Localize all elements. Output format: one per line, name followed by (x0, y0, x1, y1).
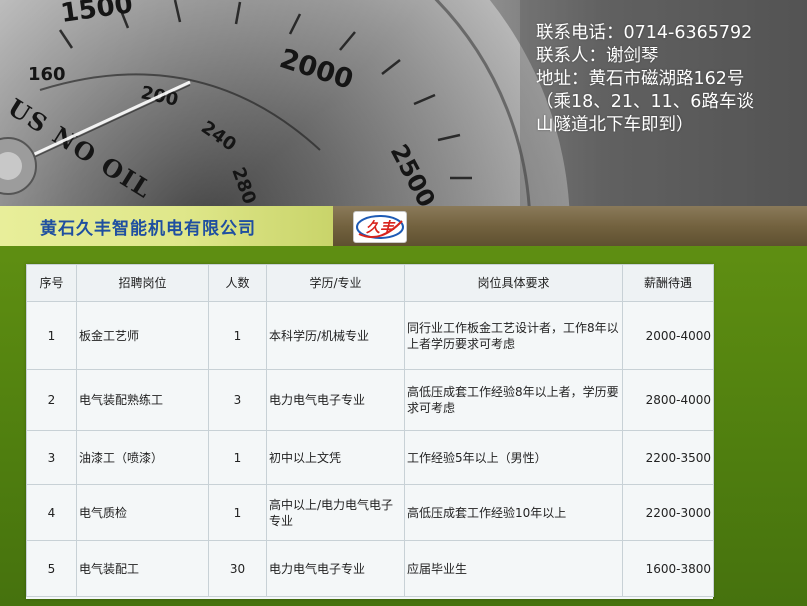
job-table-container: 序号 招聘岗位 人数 学历/专业 岗位具体要求 薪酬待遇 1 板金工艺师 1 本… (26, 264, 714, 599)
cell-salary: 2000-4000 (622, 301, 714, 370)
cell-position: 油漆工（喷漆） (76, 430, 209, 485)
contact-bus-directions: （乘18、21、11、6路车谈 (536, 92, 754, 112)
cell-salary: 1600-3800 (622, 540, 714, 597)
header-education: 学历/专业 (266, 264, 405, 302)
cell-education: 初中以上文凭 (266, 430, 405, 485)
cell-headcount: 1 (208, 430, 267, 485)
company-name: 黄石久丰智能机电有限公司 (40, 219, 256, 239)
cell-position: 电气装配工 (76, 540, 209, 597)
header-requirements: 岗位具体要求 (404, 264, 623, 302)
cell-salary: 2200-3000 (622, 484, 714, 541)
table-row: 3 油漆工（喷漆） 1 初中以上文凭 工作经验5年以上（男性） 2200-350… (26, 430, 714, 485)
table-header-row: 序号 招聘岗位 人数 学历/专业 岗位具体要求 薪酬待遇 (26, 264, 714, 302)
company-logo-icon: 久丰 (356, 215, 404, 239)
table-row: 1 板金工艺师 1 本科学历/机械专业 同行业工作板金工艺设计者，工作8年以上者… (26, 301, 714, 370)
contact-bus-directions-cont: 山隧道北下车即到） (536, 115, 694, 135)
cell-headcount: 1 (208, 301, 267, 370)
table-row: 2 电气装配熟练工 3 电力电气电子专业 高低压成套工作经验8年以上者，学历要求… (26, 369, 714, 431)
header-serial: 序号 (26, 264, 77, 302)
cell-education: 电力电气电子专业 (266, 369, 405, 431)
cell-serial: 4 (26, 484, 77, 541)
header-banner: 1500 160 2000 200 240 2500 280 US NO OIL… (0, 0, 807, 206)
cell-requirements: 高低压成套工作经验10年以上 (404, 484, 623, 541)
cell-position: 电气质检 (76, 484, 209, 541)
cell-position: 电气装配熟练工 (76, 369, 209, 431)
cell-serial: 3 (26, 430, 77, 485)
logo-text: 久丰 (366, 219, 396, 236)
cell-serial: 5 (26, 540, 77, 597)
cell-education: 本科学历/机械专业 (266, 301, 405, 370)
cell-serial: 1 (26, 301, 77, 370)
table-row: 5 电气装配工 30 电力电气电子专业 应届毕业生 1600-3800 (26, 540, 714, 597)
company-name-tab: 黄石久丰智能机电有限公司 (0, 206, 333, 246)
cell-requirements: 应届毕业生 (404, 540, 623, 597)
cell-serial: 2 (26, 369, 77, 431)
company-logo: 久丰 (353, 211, 407, 243)
job-openings-table: 序号 招聘岗位 人数 学历/专业 岗位具体要求 薪酬待遇 1 板金工艺师 1 本… (26, 264, 714, 597)
cell-requirements: 同行业工作板金工艺设计者，工作8年以上者学历要求可考虑 (404, 301, 623, 370)
cell-headcount: 3 (208, 369, 267, 431)
cell-headcount: 1 (208, 484, 267, 541)
cell-education: 高中以上/电力电气电子专业 (266, 484, 405, 541)
contact-address: 地址：黄石市磁湖路162号 (536, 69, 745, 89)
cell-salary: 2800-4000 (622, 369, 714, 431)
header-headcount: 人数 (208, 264, 267, 302)
contact-person: 联系人：谢剑琴 (536, 46, 659, 66)
table-row: 4 电气质检 1 高中以上/电力电气电子专业 高低压成套工作经验10年以上 22… (26, 484, 714, 541)
gauge-label-160: 160 (28, 64, 66, 85)
header-position: 招聘岗位 (76, 264, 209, 302)
cell-requirements: 工作经验5年以上（男性） (404, 430, 623, 485)
contact-phone: 联系电话：0714-6365792 (536, 23, 753, 43)
cell-education: 电力电气电子专业 (266, 540, 405, 597)
cell-requirements: 高低压成套工作经验8年以上者，学历要求可考虑 (404, 369, 623, 431)
header-salary: 薪酬待遇 (622, 264, 714, 302)
cell-position: 板金工艺师 (76, 301, 209, 370)
cell-salary: 2200-3500 (622, 430, 714, 485)
cell-headcount: 30 (208, 540, 267, 597)
contact-info: 联系电话：0714-6365792 联系人：谢剑琴 地址：黄石市磁湖路162号 … (536, 22, 796, 137)
